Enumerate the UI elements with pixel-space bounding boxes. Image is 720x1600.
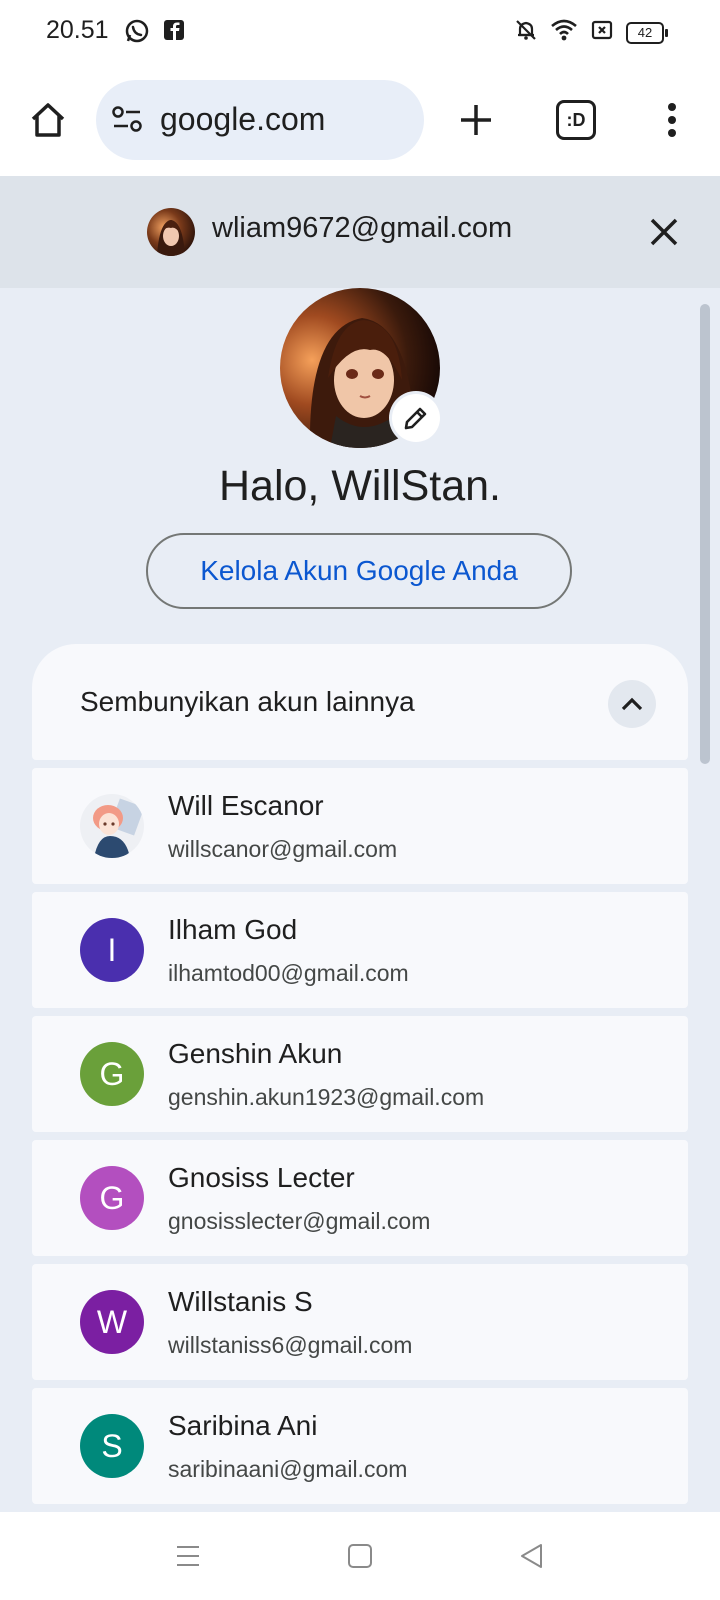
current-account-avatar bbox=[147, 208, 195, 256]
account-item-genshin-akun[interactable]: G Genshin Akun genshin.akun1923@gmail.co… bbox=[32, 1016, 688, 1132]
current-account-email: wliam9672@gmail.com bbox=[212, 212, 513, 244]
recents-button[interactable] bbox=[166, 1534, 210, 1578]
account-item-gnosiss-lecter[interactable]: G Gnosiss Lecter gnosisslecter@gmail.com bbox=[32, 1140, 688, 1256]
account-name: Genshin Akun bbox=[168, 1038, 343, 1069]
menu-lines-icon bbox=[177, 1546, 199, 1566]
home-button[interactable] bbox=[16, 88, 80, 152]
battery-icon: 42 bbox=[626, 21, 668, 44]
account-sheet: wliam9672@gmail.com Halo, WillStan. Kelo… bbox=[0, 176, 720, 1512]
tab-count-badge: :D bbox=[556, 100, 596, 140]
sim-off-icon bbox=[590, 18, 614, 47]
new-tab-button[interactable] bbox=[444, 88, 508, 152]
account-avatar bbox=[80, 794, 144, 858]
home-nav-button[interactable] bbox=[338, 1534, 382, 1578]
address-bar[interactable]: google.com bbox=[96, 80, 424, 160]
home-icon bbox=[31, 103, 65, 137]
account-email: willscanor@gmail.com bbox=[168, 836, 398, 862]
account-name: Saribina Ani bbox=[168, 1410, 318, 1441]
back-triangle-icon bbox=[521, 1544, 542, 1568]
more-menu-button[interactable] bbox=[640, 88, 704, 152]
back-button[interactable] bbox=[510, 1534, 554, 1578]
account-avatar: W bbox=[80, 1290, 144, 1354]
account-item-ilham-god[interactable]: I Ilham God ilhamtod00@gmail.com bbox=[32, 892, 688, 1008]
tab-switcher-button[interactable]: :D bbox=[544, 88, 608, 152]
account-name: Gnosiss Lecter bbox=[168, 1162, 355, 1193]
account-list: Will Escanor willscanor@gmail.com I Ilha… bbox=[32, 768, 688, 1512]
pencil-icon bbox=[404, 407, 427, 430]
account-avatar: S bbox=[80, 1414, 144, 1478]
status-bar: 20.51 42 bbox=[0, 0, 720, 64]
account-avatar: I bbox=[80, 918, 144, 982]
account-email: willstaniss6@gmail.com bbox=[168, 1332, 413, 1358]
close-icon bbox=[650, 218, 678, 246]
edit-photo-button[interactable] bbox=[392, 394, 440, 442]
account-item-will-escanor[interactable]: Will Escanor willscanor@gmail.com bbox=[32, 768, 688, 884]
account-email: saribinaani@gmail.com bbox=[168, 1456, 408, 1482]
chevron-up-icon bbox=[621, 697, 643, 711]
system-nav-bar bbox=[0, 1512, 720, 1600]
account-email: ilhamtod00@gmail.com bbox=[168, 960, 409, 986]
bell-off-icon bbox=[514, 18, 538, 47]
facebook-icon bbox=[162, 18, 186, 49]
plus-icon bbox=[461, 105, 491, 135]
other-accounts-label: Sembunyikan akun lainnya bbox=[80, 686, 415, 717]
account-name: Willstanis S bbox=[168, 1286, 313, 1317]
whatsapp-icon bbox=[124, 18, 150, 49]
other-accounts-toggle-row[interactable]: Sembunyikan akun lainnya bbox=[32, 644, 688, 760]
account-avatar: G bbox=[80, 1166, 144, 1230]
scrollbar[interactable] bbox=[700, 304, 710, 764]
status-time: 20.51 bbox=[46, 16, 109, 44]
url-text[interactable]: google.com bbox=[160, 101, 325, 138]
site-settings-icon[interactable] bbox=[110, 104, 144, 139]
wifi-icon bbox=[550, 18, 578, 47]
manage-account-button[interactable]: Kelola Akun Google Anda bbox=[146, 533, 572, 609]
close-button[interactable] bbox=[640, 208, 688, 256]
account-email: gnosisslecter@gmail.com bbox=[168, 1208, 431, 1234]
account-email: genshin.akun1923@gmail.com bbox=[168, 1084, 485, 1110]
square-icon bbox=[348, 1544, 372, 1568]
more-vert-icon bbox=[668, 103, 676, 137]
collapse-button[interactable] bbox=[608, 680, 656, 728]
sheet-header: wliam9672@gmail.com bbox=[0, 176, 720, 288]
account-item-willstanis-s[interactable]: W Willstanis S willstaniss6@gmail.com bbox=[32, 1264, 688, 1380]
account-avatar: G bbox=[80, 1042, 144, 1106]
account-item-saribina-ani[interactable]: S Saribina Ani saribinaani@gmail.com bbox=[32, 1388, 688, 1504]
browser-toolbar: google.com :D bbox=[0, 64, 720, 176]
account-name: Ilham God bbox=[168, 914, 298, 945]
account-name: Will Escanor bbox=[168, 790, 324, 821]
greeting-text: Halo, WillStan. bbox=[219, 462, 501, 510]
